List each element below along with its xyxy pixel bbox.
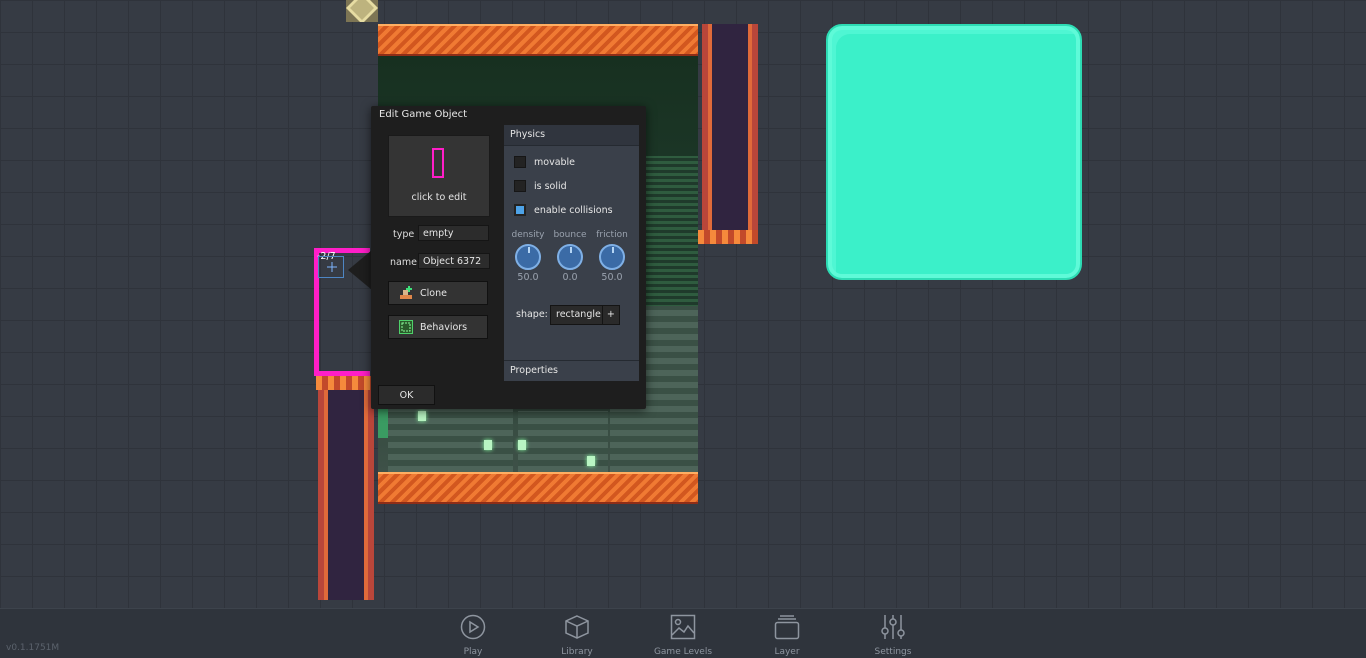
cube-icon — [565, 615, 589, 639]
shape-add-button[interactable]: + — [601, 306, 619, 324]
collisions-row[interactable]: enable collisions — [514, 204, 613, 216]
solid-checkbox[interactable] — [514, 180, 526, 192]
play-icon — [460, 614, 486, 640]
name-field[interactable]: Object 6372 — [418, 253, 490, 269]
bounce-control[interactable]: bounce 0.0 — [550, 230, 590, 283]
thumbnail-label: click to edit — [411, 192, 467, 203]
pillar-left[interactable] — [314, 376, 378, 600]
type-label: type — [393, 229, 415, 240]
nav-game-levels[interactable]: Game Levels — [648, 614, 718, 657]
name-label: name — [390, 257, 417, 268]
lit-window — [418, 411, 426, 421]
diamond-icon — [346, 0, 378, 22]
object-shape-icon — [432, 148, 444, 178]
density-control[interactable]: density 50.0 — [508, 230, 548, 283]
pillar-cap — [316, 376, 376, 390]
density-value: 50.0 — [517, 272, 539, 283]
behaviors-icon — [399, 320, 413, 334]
object-thumbnail[interactable]: click to edit — [388, 135, 490, 217]
image-icon — [670, 614, 696, 640]
solid-row[interactable]: is solid — [514, 180, 567, 192]
sliders-icon — [881, 615, 905, 639]
behaviors-label: Behaviors — [420, 321, 468, 333]
nav-layer-label: Layer — [774, 647, 800, 657]
movable-label: movable — [534, 156, 576, 168]
green-ledge — [378, 408, 388, 438]
spawn-marker[interactable] — [346, 0, 378, 22]
solid-label: is solid — [534, 180, 567, 192]
clone-label: Clone — [420, 287, 447, 299]
ok-label: OK — [399, 389, 414, 401]
nav-play[interactable]: Play — [447, 614, 499, 657]
shape-label: shape: — [516, 309, 548, 320]
orange-platform-bottom[interactable] — [378, 472, 698, 504]
density-knob[interactable] — [515, 244, 541, 270]
pillar-body — [318, 390, 374, 600]
teal-block[interactable] — [826, 24, 1082, 280]
properties-header[interactable]: Properties — [504, 360, 639, 381]
dialog-pointer-icon — [348, 250, 372, 290]
friction-label: friction — [596, 230, 628, 240]
edit-game-object-dialog: Edit Game Object click to edit type empt… — [371, 106, 646, 409]
movable-row[interactable]: movable — [514, 156, 575, 168]
pillar-right[interactable] — [698, 24, 762, 248]
dialog-title: Edit Game Object — [379, 109, 468, 120]
clone-button[interactable]: Clone — [388, 281, 488, 305]
pillar-body — [702, 24, 758, 230]
ok-button[interactable]: OK — [378, 385, 435, 405]
layers-icon — [774, 615, 800, 640]
bounce-label: bounce — [553, 230, 587, 240]
nav-settings-label: Settings — [874, 647, 912, 657]
friction-control[interactable]: friction 50.0 — [592, 230, 632, 283]
nav-library[interactable]: Library — [551, 614, 603, 657]
version-label: v0.1.1751M — [6, 643, 60, 653]
movable-checkbox[interactable] — [514, 156, 526, 168]
pillar-cap — [698, 230, 758, 244]
lit-window — [587, 456, 595, 466]
friction-value: 50.0 — [601, 272, 623, 283]
type-field[interactable]: empty — [418, 225, 489, 241]
friction-knob[interactable] — [599, 244, 625, 270]
orange-platform-top[interactable] — [378, 24, 698, 56]
shape-select[interactable]: rectangle + — [550, 305, 620, 325]
lit-window — [484, 440, 492, 450]
nav-layer[interactable]: Layer — [761, 614, 813, 657]
bounce-value: 0.0 — [562, 272, 578, 283]
physics-panel: Physics movable is solid enable collisio… — [504, 125, 639, 381]
nav-game-levels-label: Game Levels — [653, 647, 713, 657]
clone-icon — [400, 286, 412, 299]
bounce-knob[interactable] — [557, 244, 583, 270]
origin-crosshair-icon[interactable] — [318, 256, 344, 278]
nav-library-label: Library — [561, 647, 593, 657]
shape-value: rectangle — [556, 309, 601, 320]
dotted-sky — [646, 156, 698, 326]
nav-settings[interactable]: Settings — [867, 614, 919, 657]
physics-header[interactable]: Physics — [504, 125, 639, 146]
nav-play-label: Play — [463, 647, 483, 657]
collisions-label: enable collisions — [534, 204, 613, 216]
behaviors-button[interactable]: Behaviors — [388, 315, 488, 339]
lit-window — [518, 440, 526, 450]
collisions-checkbox[interactable] — [514, 204, 526, 216]
density-label: density — [511, 230, 545, 240]
